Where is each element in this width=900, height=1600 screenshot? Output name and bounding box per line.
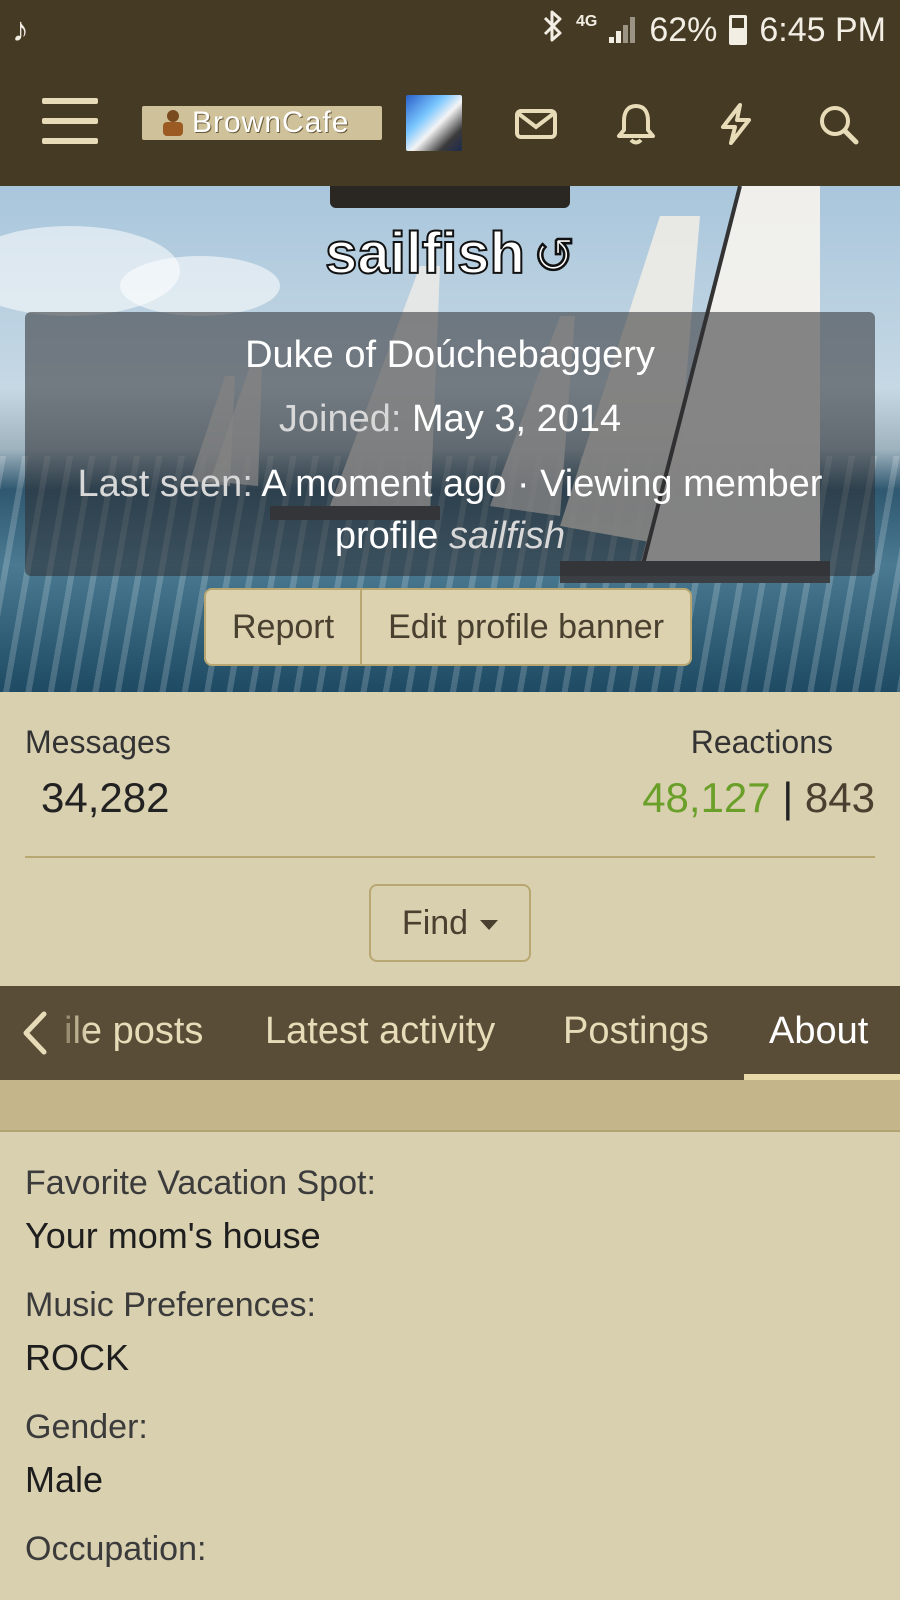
field-label: Gender: [25,1408,148,1446]
music-note-icon: ♪ [12,11,29,49]
signal-icon [609,17,637,43]
app-header: BrownCafe [0,62,900,186]
profile-avatar[interactable] [330,186,570,208]
bell-icon[interactable] [614,102,658,146]
reactions-separator: | [782,774,794,821]
profile-tabs: ile posts Latest activity Postings About [0,986,900,1080]
last-seen-profile-link[interactable]: sailfish [449,515,565,557]
envelope-icon[interactable] [514,102,558,146]
user-title: Duke of Doúchebaggery [245,334,655,376]
edit-banner-button[interactable]: Edit profile banner [360,590,690,664]
battery-icon [729,15,748,45]
battery-percent: 62% [649,10,718,49]
field-label: Occupation: [25,1530,207,1568]
reactions-count: 48,127 | 843 [642,774,875,822]
last-seen-label: Last seen: [77,463,253,505]
history-icon[interactable]: ↺ [532,228,575,285]
about-section: Favorite Vacation Spot: Your mom's house… [25,1162,875,1594]
field-label: Favorite Vacation Spot: [25,1164,376,1202]
about-field: Favorite Vacation Spot: Your mom's house [25,1162,875,1260]
network-type: 4G [575,13,598,30]
messages-label: Messages [25,724,171,760]
reactions-label: Reactions [690,724,833,760]
status-bar: ♪ 4G 62% 6:45 PM [0,0,900,62]
menu-icon[interactable] [42,98,98,146]
user-avatar[interactable] [406,95,462,151]
find-label: Find [401,903,469,942]
section-divider [0,1080,900,1132]
messages-count[interactable]: 34,282 [41,774,169,822]
reactions-positive[interactable]: 48,127 [642,774,770,821]
joined-row: Joined: May 3, 2014 [25,398,875,441]
last-seen-row: Last seen: A moment ago · Viewing member… [55,458,845,562]
bluetooth-icon [542,9,564,51]
about-field: Occupation: [25,1528,875,1570]
field-value: Your mom's house [25,1215,321,1256]
report-button[interactable]: Report [206,590,360,664]
tab-postings[interactable]: Postings [563,986,709,1080]
mascot-icon [156,108,190,138]
about-field: Music Preferences: ROCK [25,1284,875,1382]
field-value: ROCK [25,1337,130,1378]
search-icon[interactable] [816,102,860,146]
reactions-other[interactable]: 843 [805,774,875,821]
chevron-down-icon [480,920,499,930]
tab-about[interactable]: About [769,986,868,1080]
profile-username: sailfish ↺ [324,220,575,287]
profile-banner: sailfish ↺ Duke of Doúchebaggery Joined: … [0,186,900,692]
field-value: Male [25,1459,104,1500]
clock: 6:45 PM [759,10,886,49]
tab-latest-activity[interactable]: Latest activity [265,986,495,1080]
joined-date: May 3, 2014 [411,398,622,440]
profile-info-box: Duke of Doúchebaggery Joined: May 3, 201… [25,312,875,576]
profile-stats: Messages 34,282 Reactions 48,127 | 843 [25,692,875,858]
status-indicators: 4G 62% 6:45 PM [542,10,886,50]
field-label: Music Preferences: [25,1286,316,1324]
chevron-left-icon[interactable] [14,1010,58,1056]
logo-text: BrownCafe [192,106,350,139]
joined-label: Joined: [278,398,402,440]
find-dropdown-button[interactable]: Find [369,884,531,962]
lightning-icon[interactable] [714,102,758,146]
site-logo[interactable]: BrownCafe [142,106,382,140]
profile-actions: Report Edit profile banner [204,588,693,666]
about-field: Gender: Male [25,1406,875,1504]
